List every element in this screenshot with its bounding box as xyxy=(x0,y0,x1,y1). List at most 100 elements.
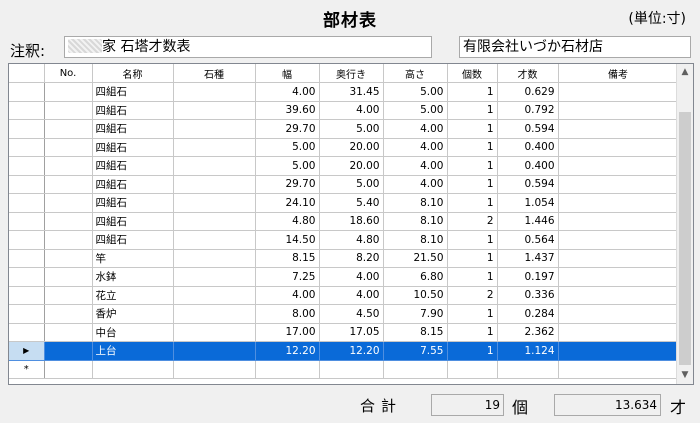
cell-sai[interactable]: 1.446 xyxy=(497,212,559,231)
cell-height[interactable]: 7.55 xyxy=(383,341,448,361)
new-row[interactable]: * xyxy=(9,360,679,379)
cell-width[interactable]: 4.00 xyxy=(255,82,320,102)
row-header[interactable] xyxy=(9,267,45,287)
cell-remarks[interactable] xyxy=(558,156,679,176)
cell-height[interactable]: 6.80 xyxy=(383,267,448,287)
cell-count[interactable]: 1 xyxy=(447,175,498,194)
row-header[interactable] xyxy=(9,101,45,120)
cell-no[interactable] xyxy=(44,212,93,231)
cell-width[interactable]: 5.00 xyxy=(255,156,320,176)
cell-no[interactable] xyxy=(44,267,93,287)
cell-name[interactable]: 香炉 xyxy=(92,304,174,324)
new-cell-sai[interactable] xyxy=(497,360,559,379)
row-header[interactable] xyxy=(9,193,45,213)
cell-sai[interactable]: 0.564 xyxy=(497,230,559,250)
cell-depth[interactable]: 17.05 xyxy=(319,323,384,342)
new-cell-count[interactable] xyxy=(447,360,498,379)
parts-grid[interactable]: No. 名称 石種 幅 奥行き 高さ 個数 才数 備考 四組石 4.00 31.45… xyxy=(8,63,694,385)
column-header-stone[interactable]: 石種 xyxy=(173,64,256,83)
cell-sai[interactable]: 0.594 xyxy=(497,175,559,194)
cell-stone[interactable] xyxy=(173,82,256,102)
table-row[interactable]: 四組石 4.00 31.45 5.00 1 0.629 xyxy=(9,82,679,102)
cell-width[interactable]: 4.00 xyxy=(255,286,320,305)
cell-count[interactable]: 1 xyxy=(447,304,498,324)
chevron-up-icon[interactable]: ▲ xyxy=(677,64,693,81)
cell-sai[interactable]: 0.792 xyxy=(497,101,559,120)
table-row[interactable]: ▶ 上台 12.20 12.20 7.55 1 1.124 xyxy=(9,341,679,361)
cell-stone[interactable] xyxy=(173,267,256,287)
cell-remarks[interactable] xyxy=(558,101,679,120)
cell-sai[interactable]: 0.594 xyxy=(497,119,559,139)
cell-no[interactable] xyxy=(44,323,93,342)
cell-count[interactable]: 1 xyxy=(447,101,498,120)
cell-name[interactable]: 四組石 xyxy=(92,82,174,102)
cell-remarks[interactable] xyxy=(558,230,679,250)
cell-depth[interactable]: 4.50 xyxy=(319,304,384,324)
cell-no[interactable] xyxy=(44,304,93,324)
table-row[interactable]: 四組石 4.80 18.60 8.10 2 1.446 xyxy=(9,212,679,231)
cell-depth[interactable]: 31.45 xyxy=(319,82,384,102)
cell-depth[interactable]: 18.60 xyxy=(319,212,384,231)
table-row[interactable]: 四組石 24.10 5.40 8.10 1 1.054 xyxy=(9,193,679,213)
cell-depth[interactable]: 5.00 xyxy=(319,119,384,139)
cell-sai[interactable]: 1.054 xyxy=(497,193,559,213)
cell-height[interactable]: 4.00 xyxy=(383,156,448,176)
cell-name[interactable]: 四組石 xyxy=(92,230,174,250)
row-header[interactable] xyxy=(9,156,45,176)
cell-stone[interactable] xyxy=(173,230,256,250)
cell-height[interactable]: 21.50 xyxy=(383,249,448,268)
cell-no[interactable] xyxy=(44,341,93,361)
cell-width[interactable]: 39.60 xyxy=(255,101,320,120)
cell-sai[interactable]: 0.400 xyxy=(497,156,559,176)
cell-stone[interactable] xyxy=(173,249,256,268)
cell-no[interactable] xyxy=(44,230,93,250)
row-header[interactable] xyxy=(9,249,45,268)
cell-name[interactable]: 水鉢 xyxy=(92,267,174,287)
row-header[interactable] xyxy=(9,230,45,250)
cell-count[interactable]: 1 xyxy=(447,82,498,102)
note-field[interactable]: 家 石塔才数表 xyxy=(64,36,432,58)
table-row[interactable]: 中台 17.00 17.05 8.15 1 2.362 xyxy=(9,323,679,342)
cell-height[interactable]: 5.00 xyxy=(383,82,448,102)
cell-height[interactable]: 4.00 xyxy=(383,138,448,157)
cell-count[interactable]: 1 xyxy=(447,119,498,139)
cell-count[interactable]: 1 xyxy=(447,323,498,342)
table-row[interactable]: 四組石 14.50 4.80 8.10 1 0.564 xyxy=(9,230,679,250)
cell-count[interactable]: 1 xyxy=(447,267,498,287)
table-row[interactable]: 四組石 29.70 5.00 4.00 1 0.594 xyxy=(9,119,679,139)
cell-count[interactable]: 1 xyxy=(447,249,498,268)
vertical-scrollbar[interactable]: ▲ ▼ xyxy=(676,64,693,384)
cell-remarks[interactable] xyxy=(558,249,679,268)
cell-width[interactable]: 17.00 xyxy=(255,323,320,342)
row-header[interactable]: ▶ xyxy=(9,341,45,361)
row-header[interactable] xyxy=(9,304,45,324)
row-header[interactable] xyxy=(9,175,45,194)
column-header-count[interactable]: 個数 xyxy=(447,64,498,83)
cell-height[interactable]: 10.50 xyxy=(383,286,448,305)
cell-width[interactable]: 14.50 xyxy=(255,230,320,250)
row-header[interactable] xyxy=(9,82,45,102)
cell-remarks[interactable] xyxy=(558,212,679,231)
cell-sai[interactable]: 2.362 xyxy=(497,323,559,342)
column-header-no[interactable]: No. xyxy=(44,64,93,83)
cell-count[interactable]: 1 xyxy=(447,138,498,157)
cell-sai[interactable]: 0.400 xyxy=(497,138,559,157)
cell-name[interactable]: 四組石 xyxy=(92,212,174,231)
cell-count[interactable]: 2 xyxy=(447,286,498,305)
cell-count[interactable]: 1 xyxy=(447,156,498,176)
cell-width[interactable]: 12.20 xyxy=(255,341,320,361)
cell-name[interactable]: 中台 xyxy=(92,323,174,342)
cell-remarks[interactable] xyxy=(558,193,679,213)
column-header-depth[interactable]: 奥行き xyxy=(319,64,384,83)
cell-name[interactable]: 四組石 xyxy=(92,175,174,194)
cell-name[interactable]: 四組石 xyxy=(92,119,174,139)
cell-width[interactable]: 7.25 xyxy=(255,267,320,287)
cell-sai[interactable]: 0.197 xyxy=(497,267,559,287)
table-row[interactable]: 四組石 5.00 20.00 4.00 1 0.400 xyxy=(9,138,679,157)
cell-depth[interactable]: 4.00 xyxy=(319,286,384,305)
cell-no[interactable] xyxy=(44,82,93,102)
cell-no[interactable] xyxy=(44,119,93,139)
cell-stone[interactable] xyxy=(173,323,256,342)
column-header-height[interactable]: 高さ xyxy=(383,64,448,83)
company-field[interactable]: 有限会社いづか石材店 xyxy=(459,36,691,58)
